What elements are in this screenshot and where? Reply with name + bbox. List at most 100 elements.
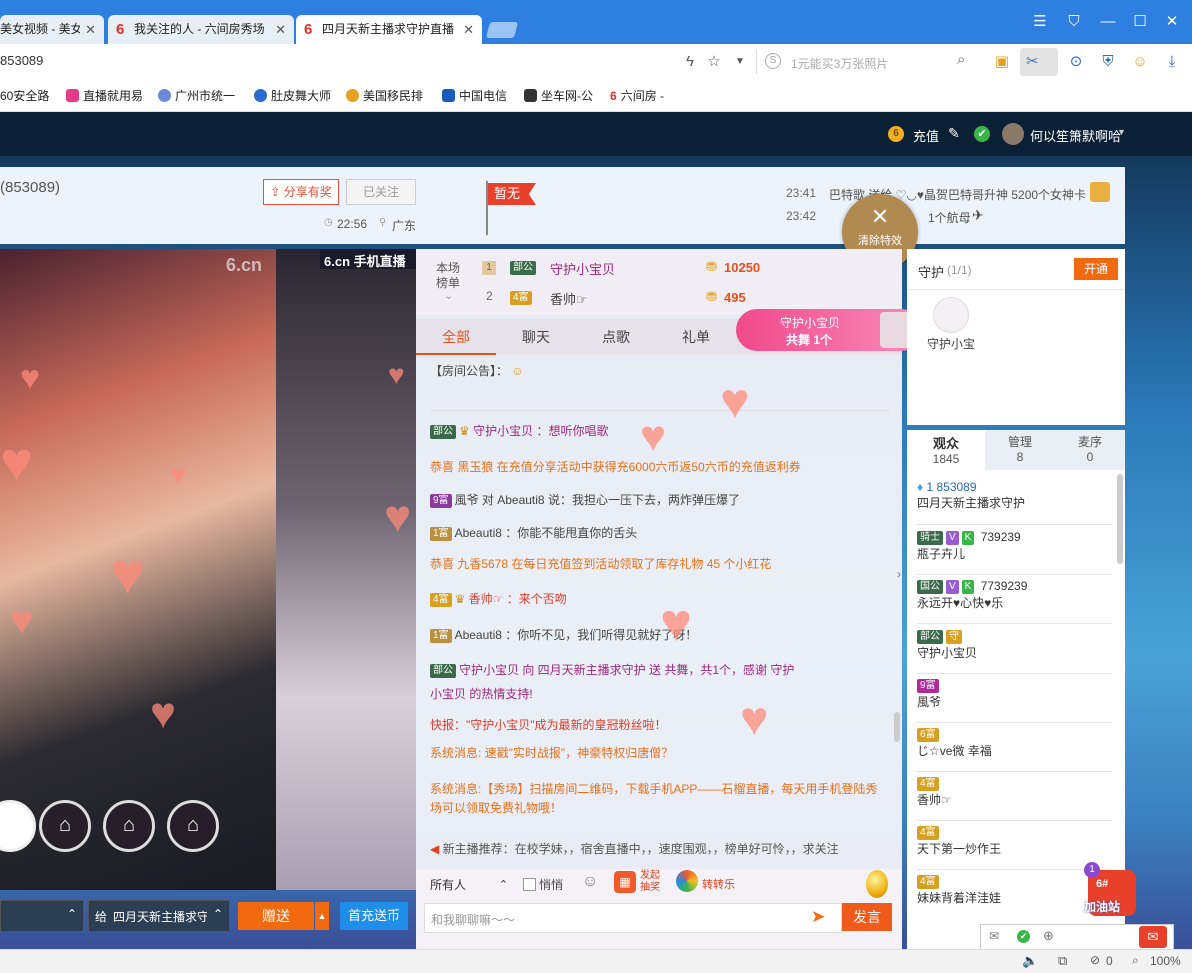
user-name: 天下第一炒作王 (917, 842, 1002, 856)
bookmark[interactable]: 中国电信 (442, 87, 507, 104)
video-stream[interactable]: 6.cn ♥ ♥ ♥ ♥ ♥ ♥ (0, 249, 276, 890)
chat-text: 系统消息: 速戳"实时战报"，神豪特权归唐僧？ (430, 746, 674, 760)
gift-recipient-select[interactable]: 给 四月天新主播求守 ⌃ (88, 900, 230, 932)
url-field[interactable]: 853089 (0, 53, 43, 68)
volume-icon[interactable]: 🔈 (1022, 953, 1038, 969)
shirt-icon[interactable]: ⛉ (1064, 12, 1084, 32)
golden-egg-icon[interactable] (866, 870, 888, 898)
download-icon[interactable]: ⤓ (1162, 52, 1182, 72)
dance-banner[interactable]: 守护小宝贝 共舞 1个 (736, 309, 922, 351)
collapse-arrow-icon[interactable]: › (897, 567, 901, 581)
zoom-icon[interactable]: ⌕ (1132, 953, 1139, 968)
check-icon[interactable]: ✔ (1017, 930, 1030, 943)
rank-user-name[interactable]: 香帅☞ (550, 289, 588, 308)
star-icon[interactable]: ☆ (704, 52, 724, 72)
tab-gift-list[interactable]: 礼单 (656, 319, 736, 355)
rank-user-name[interactable]: 守护小宝贝 (550, 259, 615, 278)
gift-qty-select[interactable]: ⌃ (0, 900, 84, 932)
first-recharge-button[interactable]: 首充送币 (340, 902, 408, 930)
username[interactable]: 何以笙箫默啊哈 (1030, 126, 1121, 145)
send-gift-button[interactable]: 赠送 (238, 902, 314, 930)
chat-bubble-icon[interactable]: ✉ (1139, 926, 1167, 948)
camera-search-icon[interactable]: ⊙ (1066, 52, 1086, 72)
scissors-button[interactable]: ✂ (1020, 48, 1058, 76)
sofa-seat-button[interactable]: ⌂ (167, 800, 219, 852)
list-item[interactable]: 部公守 守护小宝贝 (917, 629, 1112, 674)
private-checkbox[interactable] (523, 878, 536, 891)
bookmark[interactable]: 肚皮舞大师 (254, 87, 331, 104)
search-box[interactable]: S 1元能买3万张照片 ⌕ (756, 50, 979, 74)
bookmark[interactable]: 广州市统一 (158, 87, 235, 104)
sofa-seat-button[interactable]: ⌂ (103, 800, 155, 852)
bookmark[interactable]: 坐车网-公 (524, 87, 593, 104)
recommend-text[interactable]: 新主播推荐：在校学妹，，宿舍直播中，，速度围观，，榜单好可怜，，求关注 (443, 842, 839, 856)
recharge-link[interactable]: 充值 (913, 126, 939, 145)
tab-audience[interactable]: 观众 1845 (907, 430, 985, 470)
avatar[interactable] (1002, 123, 1024, 145)
tab-songs[interactable]: 点歌 (576, 319, 656, 355)
close-tab-icon[interactable]: ✕ (85, 15, 96, 44)
list-item[interactable]: 6富 じ☆ve微 幸福 (917, 727, 1112, 772)
list-item[interactable]: 骑士 V K 739239 瓶子卉儿 (917, 530, 1112, 575)
heart-effect-icon: ♥ (110, 540, 146, 607)
tab-chat[interactable]: 聊天 (496, 319, 576, 355)
browser-tab[interactable]: 美女视频 - 美女 ✕ (0, 15, 104, 44)
sphere-icon (346, 89, 359, 102)
target-select[interactable]: 所有人 ⌃ (424, 874, 512, 896)
share-button[interactable]: ⇪ 分享有奖 (263, 179, 339, 205)
chat-input[interactable]: 和我聊聊嘛～～ ➤ (424, 903, 842, 933)
list-item[interactable]: 国公 V K 7739239 永远开♥心快♥乐 (917, 579, 1112, 624)
list-item[interactable]: 9富 風爷 (917, 678, 1112, 723)
user-list-scrollbar[interactable] (1117, 474, 1123, 564)
emoji-icon[interactable]: ☺ (582, 873, 598, 891)
tab-mic-queue[interactable]: 麦序 0 (1055, 430, 1125, 470)
search-input[interactable]: 1元能买3万张照片 (791, 55, 888, 72)
user-name: 四月天新主播求守护 (917, 496, 1026, 510)
bookmark[interactable]: 60安全路 (0, 87, 49, 104)
list-item[interactable]: ♦ 1 853089 四月天新主播求守护 (917, 480, 1112, 525)
zoom-level[interactable]: 100% (1150, 954, 1181, 968)
spin-label[interactable]: 转转乐 (702, 876, 735, 892)
bookmark[interactable]: 美国移民排 (346, 87, 423, 104)
adblock-icon[interactable]: ⊘ (1090, 953, 1100, 967)
guard-avatar[interactable] (933, 297, 969, 333)
maximize-icon[interactable]: ☐ (1130, 12, 1150, 32)
guard-member-name[interactable]: 守护小宝 (927, 335, 975, 352)
open-guard-button[interactable]: 开通 (1074, 258, 1118, 280)
chevron-down-icon[interactable]: ⌄ (444, 289, 453, 302)
window-icon[interactable]: ⧉ (1058, 953, 1067, 969)
gas-station-widget[interactable]: 6# 加油站 1 (1082, 862, 1142, 920)
shield-icon[interactable]: ⛨ (1098, 52, 1118, 72)
browser-tab[interactable]: 6 我关注的人 - 六间房秀场 ✕ (108, 15, 294, 44)
new-tab-button[interactable] (485, 22, 519, 38)
lottery-label[interactable]: 发起抽奖 (640, 870, 666, 894)
close-window-icon[interactable]: ✕ (1162, 12, 1182, 32)
heart-effect-icon: ♥ (384, 490, 412, 542)
wheel-icon[interactable] (676, 870, 698, 892)
chevron-down-icon[interactable]: ▼ (1117, 127, 1126, 137)
close-tab-icon[interactable]: ✕ (463, 15, 474, 44)
sofa-seat-button[interactable]: ⌂ (39, 800, 91, 852)
gift-dropdown-button[interactable]: ▲ (315, 902, 329, 930)
chevron-down-icon[interactable]: ▼ (730, 52, 750, 72)
lottery-icon[interactable]: ▦ (614, 871, 636, 893)
list-item[interactable]: 4富 香帅☞ (917, 776, 1112, 821)
lightning-icon[interactable]: ϟ (680, 52, 700, 72)
chat-scrollbar[interactable] (894, 712, 900, 742)
followed-button[interactable]: 已关注 (346, 179, 416, 205)
tab-admin[interactable]: 管理 8 (985, 430, 1055, 470)
extension-icon[interactable]: ▣ (992, 52, 1012, 72)
search-icon[interactable]: ⌕ (957, 51, 965, 68)
close-tab-icon[interactable]: ✕ (275, 15, 286, 44)
tab-all[interactable]: 全部 (416, 319, 496, 355)
send-button[interactable]: 发言 (842, 903, 892, 931)
browser-tab-active[interactable]: 6 四月天新主播求守护直播 ✕ (296, 15, 482, 44)
smiley-icon[interactable]: ☺ (1130, 52, 1150, 72)
bookmark[interactable]: 6 六间房 - (610, 87, 664, 104)
mail-icon[interactable]: ✉ (989, 929, 999, 943)
bookmark[interactable]: 直播就用易 (66, 87, 143, 104)
zoom-icon[interactable]: ⊕ (1043, 928, 1054, 944)
edit-icon[interactable]: ✎ (948, 125, 960, 142)
menu-icon[interactable]: ☰ (1030, 12, 1050, 32)
minimize-icon[interactable]: — (1098, 12, 1118, 32)
